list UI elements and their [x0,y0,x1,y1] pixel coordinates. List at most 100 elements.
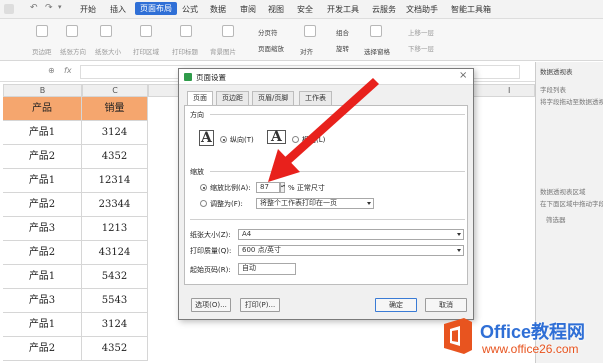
table-cell-product[interactable]: 产品1 [3,169,82,193]
scale-input[interactable]: 87 [256,182,280,193]
print-button[interactable]: 打印(P)... [240,298,280,312]
first-page-input[interactable]: 自动 [238,263,296,275]
table-cell-product[interactable]: 产品1 [3,265,82,289]
ok-button[interactable]: 确定 [375,298,417,312]
ribbon-page-zoom[interactable]: 页面缩放 [258,43,284,53]
scale-radio[interactable] [200,184,207,191]
table-cell-product[interactable]: 产品2 [3,241,82,265]
orientation-divider [210,114,465,115]
header-cell-product[interactable]: 产品 [3,97,82,121]
menu-item-start[interactable]: 开始 [80,4,96,15]
ribbon-align[interactable]: 对齐 [300,46,313,56]
pivot-panel-title: 数据透视表 [540,68,573,76]
table-cell-sales[interactable]: 4352 [82,145,148,169]
table-cell-sales[interactable]: 5432 [82,265,148,289]
table-cell-sales[interactable]: 5543 [82,289,148,313]
office-logo-icon [444,318,472,354]
table-cell-sales[interactable]: 1213 [82,217,148,241]
ribbon-toolbar: 页边距 纸张方向 纸张大小 打印区域 打印标题 背景图片 分页符 页面缩放 对齐… [0,19,603,61]
menu-item-dev-tools[interactable]: 开发工具 [327,4,359,15]
ribbon-margins[interactable]: 页边距 [32,46,52,56]
fit-label[interactable]: 调整为(F): [210,199,243,209]
menu-item-security[interactable]: 安全 [297,4,313,15]
column-header-i[interactable]: I [508,86,510,95]
menu-item-cloud[interactable]: 云服务 [372,4,396,15]
table-cell-product[interactable]: 产品2 [3,337,82,361]
ribbon-print-area[interactable]: 打印区域 [133,46,159,56]
app-icon[interactable] [4,4,14,14]
pivot-area[interactable]: 数据透视表区域 [540,186,586,196]
table-cell-sales[interactable]: 3124 [82,313,148,337]
options-button[interactable]: 选项(O)... [191,298,231,312]
redo-icon[interactable]: ↷ [45,3,53,13]
print-area-icon[interactable] [140,25,152,37]
table-cell-sales[interactable]: 4352 [82,337,148,361]
dialog-title-bar[interactable]: 页面设置 × [179,69,473,85]
ribbon-send-backward[interactable]: 下移一层 [408,43,434,53]
zoom-icon[interactable]: ⊕ [48,66,55,75]
table-cell-product[interactable]: 产品3 [3,289,82,313]
ribbon-paper-size[interactable]: 纸张大小 [95,46,121,56]
close-icon[interactable]: × [459,70,467,81]
table-cell-product[interactable]: 产品1 [3,121,82,145]
table-cell-sales[interactable]: 3124 [82,121,148,145]
portrait-label[interactable]: 纵向(T) [230,135,254,145]
pivot-filter[interactable]: 筛选器 [546,214,566,224]
table-cell-sales[interactable]: 12314 [82,169,148,193]
scale-label[interactable]: 缩放比例(A): [210,183,251,193]
fit-select[interactable]: 将整个工作表打印在一页 [256,198,374,209]
align-icon[interactable] [304,25,316,37]
ribbon-print-titles[interactable]: 打印标题 [172,46,198,56]
menu-item-review[interactable]: 审阅 [240,4,256,15]
fit-select-value: 将整个工作表打印在一页 [260,199,337,207]
table-cell-product[interactable]: 产品3 [3,217,82,241]
column-header-c[interactable]: C [82,84,148,97]
margins-icon[interactable] [36,25,48,37]
landscape-radio[interactable] [292,136,299,143]
ribbon-selection-pane[interactable]: 选择窗格 [364,46,390,56]
menu-item-insert[interactable]: 插入 [110,4,126,15]
landscape-label[interactable]: 横向(L) [302,135,325,145]
menu-item-smart-toolbox[interactable]: 智能工具箱 [451,4,491,15]
column-header-b[interactable]: B [3,84,82,97]
undo-icon[interactable]: ↶ [30,3,38,13]
selection-pane-icon[interactable] [370,25,382,37]
fit-radio[interactable] [200,200,207,207]
ribbon-background[interactable]: 背景图片 [210,46,236,56]
portrait-radio[interactable] [220,136,227,143]
tab-margins[interactable]: 页边距 [216,91,249,105]
table-cell-product[interactable]: 产品2 [3,193,82,217]
menu-item-formula[interactable]: 公式 [182,4,198,15]
table-cell-sales[interactable]: 23344 [82,193,148,217]
watermark-url: www.office26.com [482,342,579,356]
print-quality-select[interactable]: 600 点/英寸 [238,245,464,256]
tab-sheet[interactable]: 工作表 [299,91,332,105]
table-cell-product[interactable]: 产品2 [3,145,82,169]
pivot-field-list[interactable]: 字段列表 [540,84,566,94]
paper-size-select[interactable]: A4 [238,229,464,240]
tab-page[interactable]: 页面 [187,91,213,106]
scale-stepper[interactable]: ▴▾ [280,182,285,193]
background-image-icon[interactable] [222,25,234,37]
print-quality-value: 600 点/英寸 [242,246,281,254]
paper-size-icon[interactable] [100,25,112,37]
menu-item-data[interactable]: 数据 [210,4,226,15]
ribbon-bring-forward[interactable]: 上移一层 [408,27,434,37]
cancel-button[interactable]: 取消 [425,298,467,312]
table-cell-product[interactable]: 产品1 [3,313,82,337]
dropdown-icon[interactable]: ▾ [58,3,62,11]
table-cell-sales[interactable]: 43124 [82,241,148,265]
orientation-icon[interactable] [66,25,78,37]
menu-item-page-layout[interactable]: 页面布局 [135,2,177,15]
fx-label[interactable]: fx [64,66,72,75]
ribbon-rotate[interactable]: 旋转 [336,43,349,53]
print-titles-icon[interactable] [180,25,192,37]
chevron-down-icon [457,249,461,252]
header-cell-sales[interactable]: 销量 [82,97,148,121]
ribbon-group[interactable]: 组合 [336,27,349,37]
ribbon-page-break[interactable]: 分页符 [258,27,278,37]
tab-header-footer[interactable]: 页眉/页脚 [252,91,295,105]
menu-item-doc-assistant[interactable]: 文档助手 [406,4,438,15]
menu-item-view[interactable]: 视图 [268,4,284,15]
ribbon-orientation[interactable]: 纸张方向 [60,46,86,56]
